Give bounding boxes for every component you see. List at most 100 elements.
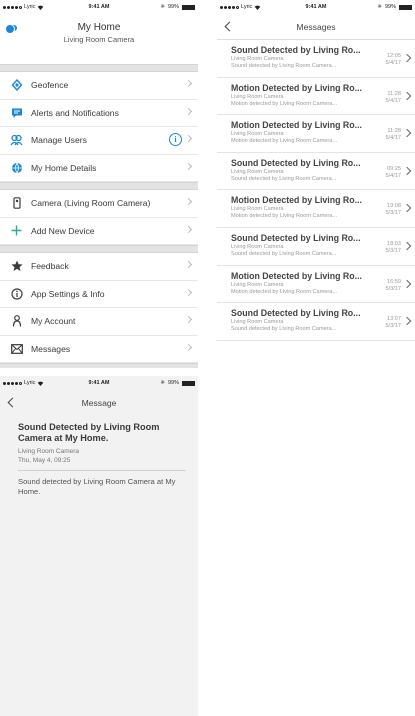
message-detail-screen: Lyric 9:41 AM ※ 99% Message Sound Detect… xyxy=(0,376,198,716)
message-list: Sound Detected by Living Ro... Living Ro… xyxy=(217,40,415,341)
message-time: 19:08 xyxy=(387,203,401,210)
message-timestamp: 16:59 5/3/17 xyxy=(385,279,401,293)
nav-bar: Messages xyxy=(217,14,415,40)
envelope-icon xyxy=(10,342,23,355)
message-timestamp: 11:28 5/4/17 xyxy=(385,91,401,105)
info-icon xyxy=(10,287,23,300)
plus-icon xyxy=(10,224,23,237)
message-date: 5/4/17 xyxy=(385,60,401,66)
list-item[interactable]: Sound Detected by Living Ro... Living Ro… xyxy=(217,153,415,191)
star-icon xyxy=(10,260,23,273)
message-device: Living Room Camera xyxy=(18,448,80,455)
menu-item-app-settings[interactable]: App Settings & Info xyxy=(0,281,198,308)
message-date: 5/3/17 xyxy=(385,285,401,292)
chevron-right-icon xyxy=(184,315,193,324)
list-item[interactable]: Motion Detected by Living Ro... Living R… xyxy=(217,190,415,228)
list-item[interactable]: Sound Detected by Living Ro... Living Ro… xyxy=(217,303,415,341)
section-divider xyxy=(0,363,198,368)
battery-icon xyxy=(399,4,412,10)
status-bar: Lyric 9:41 AM ※ 99% xyxy=(0,376,198,390)
menu-item-label: Messages xyxy=(31,343,71,354)
geofence-icon xyxy=(10,79,23,92)
battery-icon xyxy=(182,4,195,10)
list-item[interactable]: Motion Detected by Living Ro... Living R… xyxy=(217,115,415,153)
messages-screen: Lyric 9:41 AM ※ 99% Messages Sound Detec… xyxy=(217,0,415,346)
message-time: 09:25 xyxy=(387,165,401,172)
list-item[interactable]: Motion Detected by Living Ro... Living R… xyxy=(217,266,415,304)
menu-item-geofence[interactable]: Geofence xyxy=(0,72,198,100)
list-item[interactable]: Motion Detected by Living Ro... Living R… xyxy=(217,78,415,116)
status-bar: Lyric 9:41 AM ※ 99% xyxy=(0,0,198,14)
chevron-right-icon xyxy=(184,260,193,269)
info-badge-icon[interactable]: i xyxy=(169,133,182,146)
menu-toggle-icon[interactable] xyxy=(5,24,17,34)
menu-item-manage-users[interactable]: Manage Users i xyxy=(0,127,198,155)
menu-item-label: Manage Users xyxy=(31,135,87,146)
section-divider xyxy=(0,245,198,253)
menu-item-alerts[interactable]: Alerts and Notifications xyxy=(0,100,198,127)
section-divider xyxy=(0,64,198,72)
battery-icon xyxy=(182,380,195,386)
users-icon xyxy=(10,134,23,147)
menu-item-feedback[interactable]: Feedback xyxy=(0,253,198,281)
status-bar: Lyric 9:41 AM ※ 99% xyxy=(217,0,415,14)
message-timestamp: 13:07 5/3/17 xyxy=(385,316,401,330)
home-screen: Lyric 9:41 AM ※ 99% My Home Living Room … xyxy=(0,0,198,368)
chevron-right-icon xyxy=(184,134,193,143)
battery-percent: 99% xyxy=(167,4,179,10)
message-body: Sound detected by Living Room Camera at … xyxy=(18,477,176,496)
page-title: Message xyxy=(81,398,117,408)
message-time: 18:03 xyxy=(387,240,401,247)
home-header: My Home Living Room Camera xyxy=(0,14,198,64)
list-item[interactable]: Sound Detected by Living Ro... Living Ro… xyxy=(217,228,415,266)
message-date: 5/4/17 xyxy=(385,172,401,179)
chevron-right-icon xyxy=(184,343,193,351)
chevron-right-icon xyxy=(184,225,193,233)
message-date: 5/3/17 xyxy=(385,247,401,254)
message-timestamp: 19:08 5/3/17 xyxy=(385,203,401,217)
chevron-right-icon xyxy=(184,107,193,115)
menu-item-label: Geofence xyxy=(31,80,69,91)
home-title: My Home xyxy=(77,22,121,33)
menu-item-label: Alerts and Notifications xyxy=(31,107,119,118)
menu-item-camera[interactable]: Camera (Living Room Camera) xyxy=(0,190,198,218)
menu-item-label: App Settings & Info xyxy=(31,288,105,299)
globe-icon xyxy=(10,161,23,174)
battery-percent: 99% xyxy=(167,380,179,386)
bluetooth-icon: ※ xyxy=(160,4,165,10)
page-title: Messages xyxy=(296,22,336,32)
menu-item-messages[interactable]: Messages xyxy=(0,336,198,363)
person-icon xyxy=(10,315,23,328)
message-date: 5/3/17 xyxy=(385,323,401,330)
chevron-right-icon xyxy=(184,79,193,88)
message-timestamp: 11:28 5/4/17 xyxy=(385,128,401,142)
chevron-right-icon xyxy=(184,162,193,170)
message-time: 11:28 xyxy=(387,128,401,135)
message-time: 12:05 xyxy=(387,53,401,59)
menu-item-add-device[interactable]: Add New Device xyxy=(0,218,198,245)
chat-bubble-icon xyxy=(10,106,23,119)
message-time: 16:59 xyxy=(387,278,401,285)
message-detail: Sound Detected by Living Room Camera at … xyxy=(0,416,198,496)
menu-item-my-account[interactable]: My Account xyxy=(0,308,198,336)
menu-item-label: My Account xyxy=(31,316,76,327)
message-timestamp: 09:25 5/4/17 xyxy=(385,166,401,180)
menu-item-home-details[interactable]: My Home Details xyxy=(0,155,198,182)
message-timestamp: 18:03 5/3/17 xyxy=(385,241,401,255)
nav-bar: Message xyxy=(0,390,198,416)
home-subtitle: Living Room Camera xyxy=(63,35,135,44)
chevron-right-icon xyxy=(184,288,193,296)
message-time: 13:07 xyxy=(387,316,401,323)
message-date: 5/3/17 xyxy=(385,210,401,217)
bluetooth-icon: ※ xyxy=(160,380,165,386)
list-item[interactable]: Sound Detected by Living Ro... Living Ro… xyxy=(217,40,415,78)
chevron-right-icon xyxy=(184,197,193,206)
menu-item-label: Camera (Living Room Camera) xyxy=(31,198,151,209)
message-date: 5/4/17 xyxy=(385,135,401,142)
message-time: 11:28 xyxy=(387,90,401,97)
message-heading: Sound Detected by Living Room Camera at … xyxy=(18,422,160,443)
menu-item-label: My Home Details xyxy=(31,162,97,173)
menu-item-label: Feedback xyxy=(31,261,69,272)
divider xyxy=(18,470,186,471)
section-divider xyxy=(0,182,198,190)
